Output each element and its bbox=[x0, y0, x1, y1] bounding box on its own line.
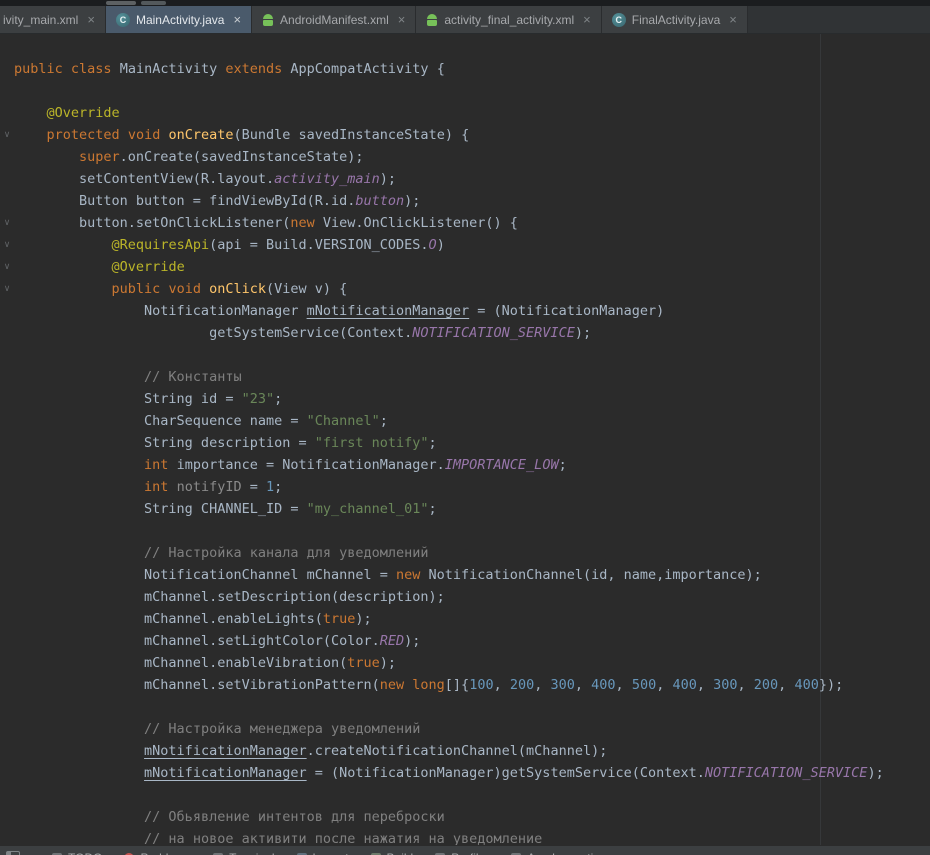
editor-tab[interactable]: C MainActivity.java × bbox=[106, 6, 252, 33]
code-line: String CHANNEL_ID = "my_channel_01"; bbox=[14, 498, 930, 520]
status-item-label: TODO bbox=[68, 851, 102, 855]
code-line: // Обьявление интентов для переброски bbox=[14, 806, 930, 828]
code-line: mChannel.setLightColor(Color.RED); bbox=[14, 630, 930, 652]
code-line: int importance = NotificationManager.IMP… bbox=[14, 454, 930, 476]
status-item-terminal[interactable]: Terminal bbox=[213, 851, 274, 855]
fold-marker-icon[interactable]: ∨ bbox=[1, 128, 13, 142]
editor-tab[interactable]: activity_final_activity.xml × bbox=[416, 6, 601, 33]
fold-marker-icon[interactable]: ∨ bbox=[1, 282, 13, 296]
close-icon[interactable]: × bbox=[233, 13, 241, 26]
android-icon bbox=[426, 13, 438, 27]
status-item-todo[interactable]: TODO bbox=[52, 851, 102, 855]
code-line: // Константы bbox=[14, 366, 930, 388]
code-line bbox=[14, 784, 930, 806]
toolbar-stub-icon bbox=[106, 1, 136, 5]
code-line: mChannel.setDescription(description); bbox=[14, 586, 930, 608]
code-line: // Настройка канала для уведомлений bbox=[14, 542, 930, 564]
status-item-logcat[interactable]: Logcat bbox=[297, 851, 349, 855]
code-line: NotificationManager mNotificationManager… bbox=[14, 300, 930, 322]
code-area[interactable]: public class MainActivity extends AppCom… bbox=[0, 34, 930, 845]
status-item-problems[interactable]: Problems bbox=[124, 851, 191, 855]
code-line: getSystemService(Context.NOTIFICATION_SE… bbox=[14, 322, 930, 344]
code-line: @Override bbox=[14, 102, 930, 124]
editor-tab[interactable]: ivity_main.xml × bbox=[0, 6, 106, 33]
code-line: @Override bbox=[14, 256, 930, 278]
code-line bbox=[14, 80, 930, 102]
code-line: // на новое активити после нажатия на ув… bbox=[14, 828, 930, 845]
close-icon[interactable]: × bbox=[583, 13, 591, 26]
status-item-label: Terminal bbox=[229, 851, 274, 855]
code-line: mNotificationManager.createNotificationC… bbox=[14, 740, 930, 762]
code-line: // Настройка менеджера уведомлений bbox=[14, 718, 930, 740]
android-icon bbox=[262, 13, 274, 27]
status-item-label: App Inspection bbox=[527, 851, 606, 855]
status-item-label: Problems bbox=[140, 851, 191, 855]
status-item-label: Profiler bbox=[451, 851, 489, 855]
code-line bbox=[14, 520, 930, 542]
close-icon[interactable]: × bbox=[729, 13, 737, 26]
tab-label: FinalActivity.java bbox=[632, 13, 720, 27]
code-line: mChannel.enableLights(true); bbox=[14, 608, 930, 630]
code-line: mChannel.setVibrationPattern(new long[]{… bbox=[14, 674, 930, 696]
status-item-label: Build bbox=[387, 851, 414, 855]
tab-label: activity_final_activity.xml bbox=[444, 13, 574, 27]
code-line: NotificationChannel mChannel = new Notif… bbox=[14, 564, 930, 586]
editor-tab[interactable]: C FinalActivity.java × bbox=[602, 6, 748, 33]
code-line: String description = "first notify"; bbox=[14, 432, 930, 454]
fold-marker-icon[interactable]: ∨ bbox=[1, 260, 13, 274]
tab-label: ivity_main.xml bbox=[3, 13, 78, 27]
code-line: mNotificationManager = (NotificationMana… bbox=[14, 762, 930, 784]
ide-window: ivity_main.xml×CMainActivity.java×Androi… bbox=[0, 0, 930, 855]
fold-marker-icon[interactable]: ∨ bbox=[1, 238, 13, 252]
code-line: button.setOnClickListener(new View.OnCli… bbox=[14, 212, 930, 234]
code-line: setContentView(R.layout.activity_main); bbox=[14, 168, 930, 190]
code-line: @RequiresApi(api = Build.VERSION_CODES.O… bbox=[14, 234, 930, 256]
close-icon[interactable]: × bbox=[87, 13, 95, 26]
code-line: int notifyID = 1; bbox=[14, 476, 930, 498]
code-line: CharSequence name = "Channel"; bbox=[14, 410, 930, 432]
editor-tab-bar: ivity_main.xml×CMainActivity.java×Androi… bbox=[0, 6, 930, 34]
code-line: public class MainActivity extends AppCom… bbox=[14, 58, 930, 80]
java-class-icon: C bbox=[612, 13, 626, 27]
code-line: super.onCreate(savedInstanceState); bbox=[14, 146, 930, 168]
editor-tab[interactable]: AndroidManifest.xml × bbox=[252, 6, 416, 33]
code-line: Button button = findViewById(R.id.button… bbox=[14, 190, 930, 212]
java-class-icon: C bbox=[116, 13, 130, 27]
status-bar: TODO Problems Terminal Logcat Build Profiler A… bbox=[0, 845, 930, 855]
code-line: String id = "23"; bbox=[14, 388, 930, 410]
status-item-profiler[interactable]: Profiler bbox=[435, 851, 489, 855]
tab-label: AndroidManifest.xml bbox=[280, 13, 389, 27]
tab-label: MainActivity.java bbox=[136, 13, 224, 27]
tool-windows-icon[interactable] bbox=[6, 851, 20, 855]
close-icon[interactable]: × bbox=[398, 13, 406, 26]
status-item-app-inspection[interactable]: App Inspection bbox=[511, 851, 606, 855]
toolbar-stub-icon bbox=[141, 1, 166, 5]
code-editor[interactable]: public class MainActivity extends AppCom… bbox=[0, 34, 930, 845]
code-line bbox=[14, 696, 930, 718]
code-line: mChannel.enableVibration(true); bbox=[14, 652, 930, 674]
status-item-build[interactable]: Build bbox=[371, 851, 414, 855]
code-line: protected void onCreate(Bundle savedInst… bbox=[14, 124, 930, 146]
fold-marker-icon[interactable]: ∨ bbox=[1, 216, 13, 230]
status-item-label: Logcat bbox=[313, 851, 349, 855]
code-line bbox=[14, 344, 930, 366]
code-line: public void onClick(View v) { bbox=[14, 278, 930, 300]
